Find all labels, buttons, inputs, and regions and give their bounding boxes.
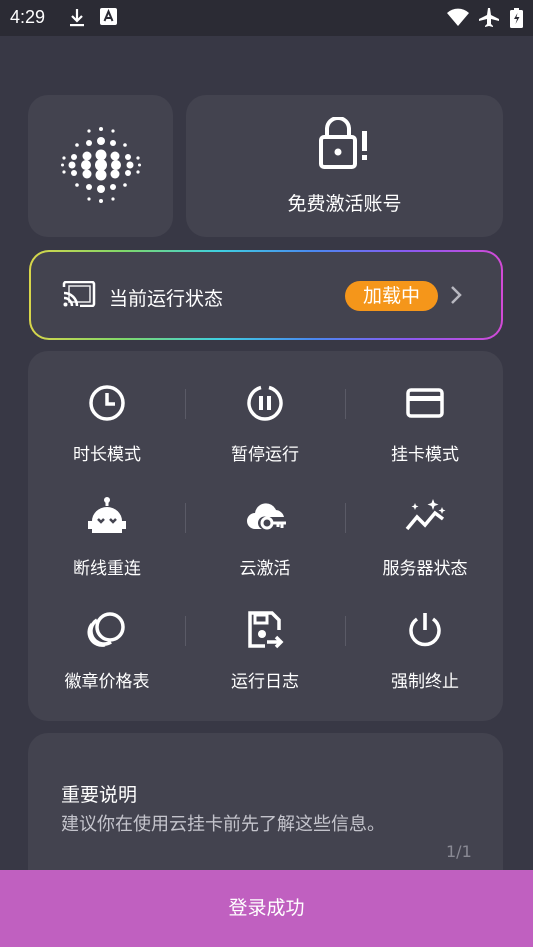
feature-label: 暂停运行 — [231, 445, 299, 465]
feature-label: 运行日志 — [231, 672, 299, 692]
feature-label: 云激活 — [239, 559, 291, 579]
notice-pager: 1/1 — [446, 842, 472, 861]
lock-alert-icon — [317, 116, 373, 173]
status-time: 4:29 — [10, 7, 46, 27]
feature-grid: 时长模式 暂停运行 挂卡模式 断线重连 云激活 服务器状态 徽章价格表 运行日志… — [28, 351, 503, 721]
run-status-label: 当前运行状态 — [109, 288, 224, 310]
login-success-button[interactable]: 登录成功 — [0, 870, 533, 947]
download-icon — [68, 8, 86, 32]
feature-label: 强制终止 — [391, 672, 459, 692]
credit-card-icon — [405, 383, 445, 423]
cast-icon — [62, 280, 96, 311]
activate-account-card[interactable]: 免费激活账号 — [186, 95, 503, 237]
notice-text: 建议你在使用云挂卡前先了解这些信息。 — [61, 814, 385, 835]
wifi-icon — [447, 8, 469, 30]
feature-label: 徽章价格表 — [64, 672, 150, 692]
feature-label: 时长模式 — [73, 445, 141, 465]
sparkle-chart-icon — [405, 497, 446, 537]
notice-title: 重要说明 — [61, 784, 138, 806]
airplane-mode-icon — [478, 8, 500, 32]
logo-card — [28, 95, 173, 237]
status-bar: 4:29 — [0, 0, 533, 36]
robot-icon — [87, 497, 127, 537]
dot-matrix-logo-icon — [61, 125, 141, 209]
feature-label: 服务器状态 — [382, 559, 468, 579]
pause-circle-icon — [245, 383, 285, 423]
status-badge: 加载中 — [345, 281, 438, 311]
run-status-card[interactable]: 当前运行状态 加载中 — [29, 250, 503, 340]
battery-charging-icon — [510, 8, 523, 32]
power-icon — [405, 610, 445, 650]
log-export-icon — [245, 610, 285, 650]
feature-label: 断线重连 — [73, 559, 141, 579]
clock-icon — [87, 383, 127, 423]
circles-icon — [87, 610, 127, 650]
cloud-key-icon — [245, 497, 286, 537]
chevron-right-icon[interactable] — [449, 284, 463, 310]
activate-label: 免费激活账号 — [287, 193, 402, 215]
a-letter-icon — [100, 8, 117, 29]
feature-label: 挂卡模式 — [391, 445, 459, 465]
